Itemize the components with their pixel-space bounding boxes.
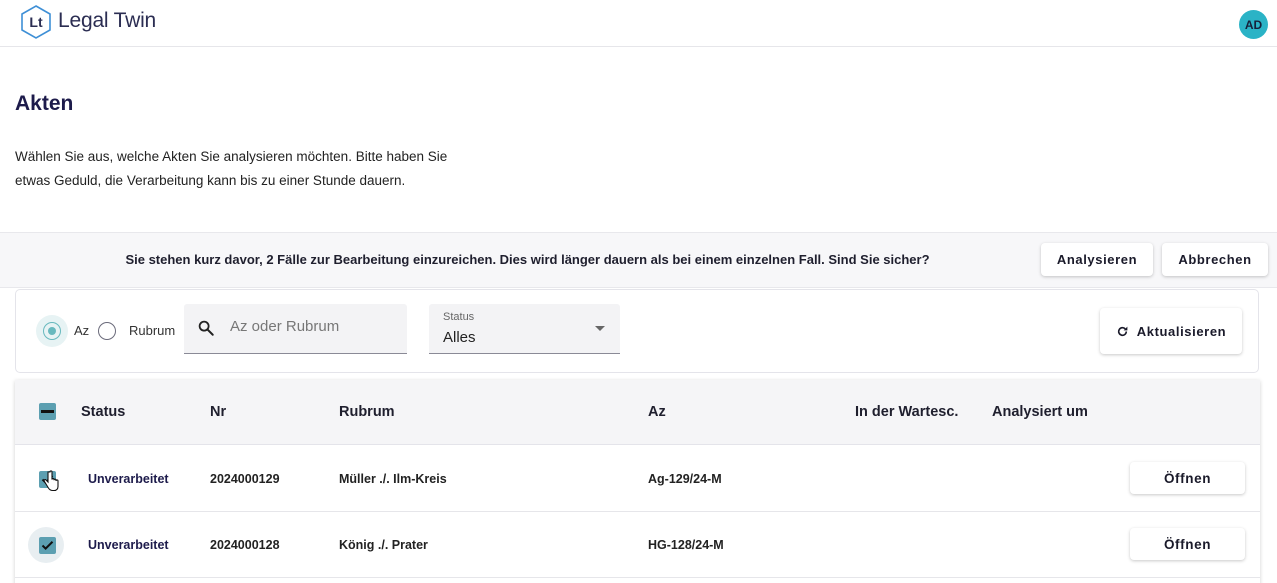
chevron-down-icon [595,326,605,331]
app-name: Legal Twin [58,9,157,32]
table-header: Status Nr Rubrum Az In der Wartesc. Anal… [15,380,1260,445]
refresh-icon [1117,326,1128,336]
radio-rubrum[interactable] [98,322,116,340]
row-az: HG-128/24-M [648,538,724,552]
status-select-label: Status [443,311,475,323]
column-header-rubrum[interactable]: Rubrum [339,404,395,420]
column-header-nr[interactable]: Nr [210,404,226,420]
status-select[interactable]: Status Alles [429,304,620,354]
top-bar: Lt Legal Twin AD [0,0,1277,47]
search-input[interactable] [230,318,400,335]
row-nr: 2024000128 [210,538,280,552]
row-checkbox[interactable] [39,537,56,554]
row-az: Ag-129/24-M [648,472,722,486]
table-row[interactable]: Unverarbeitet 2024000129 Müller ./. Ilm-… [15,446,1260,512]
column-header-queue[interactable]: In der Wartesc. [855,404,958,420]
column-header-analyzed[interactable]: Analysiert um [992,404,1088,420]
intro-line-1: Wählen Sie aus, welche Akten Sie analysi… [15,149,448,164]
column-header-az[interactable]: Az [648,404,666,420]
filter-card: Az Rubrum Status Alles Aktualisieren [15,289,1259,373]
radio-rubrum-label[interactable]: Rubrum [129,323,175,338]
row-rubrum: König ./. Prater [339,538,428,552]
status-select-value: Alles [443,329,476,346]
page-intro: Wählen Sie aus, welche Akten Sie analysi… [15,145,475,193]
radio-az-label[interactable]: Az [74,323,89,338]
open-button[interactable]: Öffnen [1130,528,1245,560]
svg-text:Lt: Lt [29,14,43,30]
row-status: Unverarbeitet [88,472,169,486]
checkmark-icon [41,541,54,551]
intro-line-2: etwas Geduld, die Verarbeitung kann bis … [15,173,406,188]
cancel-button[interactable]: Abbrechen [1162,243,1268,276]
hand-pointer-icon [43,470,59,492]
table-row[interactable]: Unverarbeitet 2024000128 König ./. Prate… [15,512,1260,578]
open-button[interactable]: Öffnen [1130,462,1245,494]
legal-twin-logo-icon[interactable]: Lt [19,4,53,40]
refresh-button-label: Aktualisieren [1136,323,1227,339]
row-status: Unverarbeitet [88,538,169,552]
row-nr: 2024000129 [210,472,280,486]
row-rubrum: Müller ./. Ilm-Kreis [339,472,447,486]
cases-table: Status Nr Rubrum Az In der Wartesc. Anal… [15,380,1260,583]
confirmation-message: Sie stehen kurz davor, 2 Fälle zur Bearb… [125,252,930,267]
user-avatar[interactable]: AD [1239,10,1268,39]
radio-az[interactable] [43,322,61,340]
refresh-button[interactable]: Aktualisieren [1100,308,1242,354]
select-all-checkbox[interactable] [39,403,56,420]
analyze-button[interactable]: Analysieren [1041,243,1153,276]
column-header-status[interactable]: Status [81,404,125,420]
page-title: Akten [15,92,74,115]
search-field[interactable] [184,304,407,354]
search-icon [198,320,214,336]
